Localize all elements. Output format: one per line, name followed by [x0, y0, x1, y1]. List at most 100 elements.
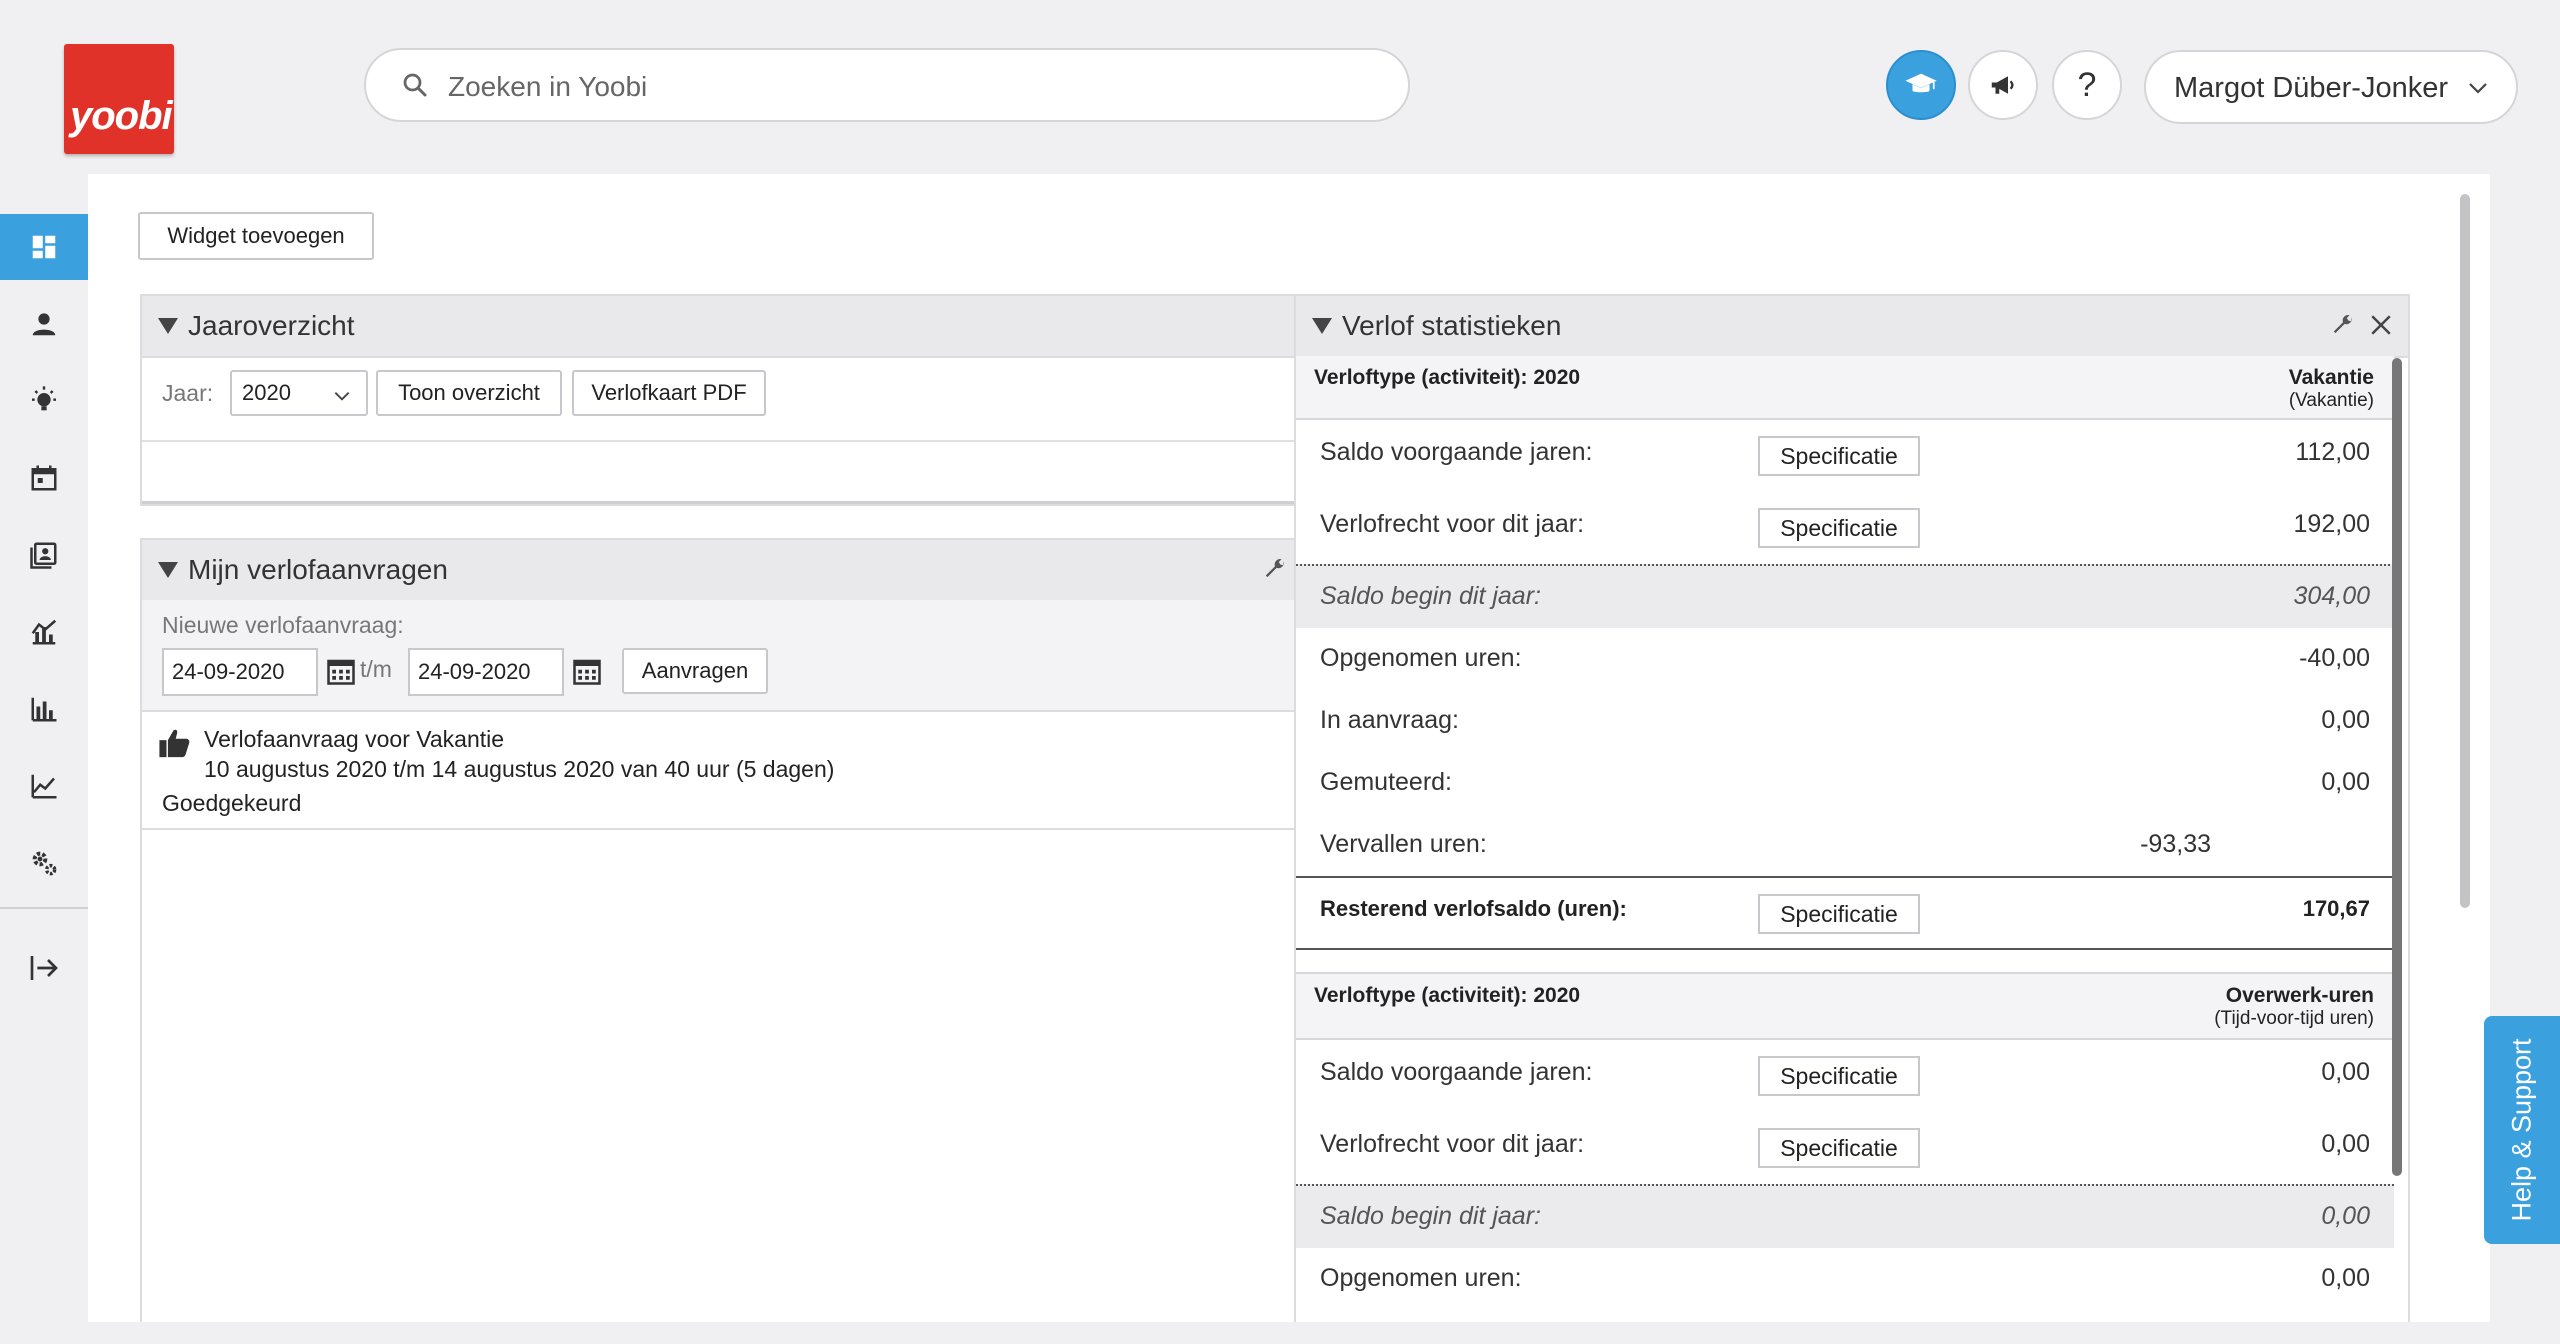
tm-label: t/m [360, 656, 392, 682]
toon-overzicht-button[interactable]: Toon overzicht [376, 370, 562, 416]
widget-scrollbar[interactable] [2392, 358, 2402, 1176]
stat-row: Opgenomen uren: -40,00 [1296, 628, 2394, 690]
section-header: Verloftype (activiteit): 2020 Overwerk-u… [1296, 972, 2394, 1040]
stat-value: 0,00 [2321, 768, 2370, 796]
stat-label: Vervallen uren: [1320, 830, 1487, 858]
year-select-value: 2020 [242, 380, 291, 405]
chevron-down-icon [2469, 83, 2487, 94]
verlofkaart-pdf-button[interactable]: Verlofkaart PDF [572, 370, 766, 416]
sidebar-item-calendar[interactable] [0, 445, 88, 511]
calendar-picker-icon[interactable] [326, 656, 356, 686]
stat-row: Gemuteerd: 0,00 [1296, 752, 2394, 814]
stat-value: 0,00 [2321, 706, 2370, 734]
stat-row: Saldo voorgaande jaren: Specificatie 0,0… [1296, 1040, 2394, 1112]
sidebar-item-contacts[interactable] [0, 522, 88, 588]
calendar-picker-icon[interactable] [572, 656, 602, 686]
search-input[interactable] [446, 66, 1350, 108]
yoobi-logo[interactable]: yoobi [64, 44, 174, 154]
wrench-icon[interactable] [1262, 556, 1288, 582]
verloftype-name: Vakantie [2288, 366, 2374, 389]
stat-value: 192,00 [2293, 510, 2370, 538]
date-to-input[interactable] [408, 648, 564, 696]
divider [142, 501, 1340, 504]
stat-value: 0,00 [2321, 1264, 2370, 1292]
stat-value: 112,00 [2295, 438, 2370, 466]
stat-row-subtotal: Saldo begin dit jaar: 304,00 [1296, 564, 2394, 628]
stat-row: Vervallen uren: -93,33 [1296, 814, 2394, 876]
specificatie-button[interactable]: Specificatie [1758, 1128, 1920, 1168]
stat-row: Opgenomen uren: 0,00 [1296, 1248, 2394, 1310]
stat-label: Opgenomen uren: [1320, 644, 1522, 672]
stat-row: Verlofrecht voor dit jaar: Specificatie … [1296, 492, 2394, 564]
stat-row-subtotal: Saldo begin dit jaar: 0,00 [1296, 1184, 2394, 1248]
sidebar-item-logout[interactable] [0, 935, 88, 1001]
widget-title: Jaaroverzicht [188, 310, 355, 341]
megaphone-icon [1991, 76, 2014, 94]
announcements-button[interactable] [1968, 50, 2038, 120]
stat-label: Opgenomen uren: [1320, 1264, 1522, 1292]
sidebar-item-profile[interactable] [0, 291, 88, 357]
request-detail: 10 augustus 2020 t/m 14 augustus 2020 va… [204, 756, 835, 782]
lightbulb-icon [32, 386, 56, 411]
verloftype-name: Overwerk-uren [2225, 984, 2374, 1007]
sidebar-item-analytics[interactable] [0, 753, 88, 819]
specificatie-button[interactable]: Specificatie [1758, 508, 1920, 548]
page-scrollbar[interactable] [2460, 194, 2470, 908]
widget-title: Mijn verlofaanvragen [188, 554, 448, 585]
user-menu[interactable]: Margot Düber-Jonker [2144, 50, 2518, 124]
user-name: Margot Düber-Jonker [2174, 72, 2448, 104]
list-item[interactable]: Verlofaanvraag voor Vakantie 10 augustus… [142, 712, 1340, 830]
sidebar-item-settings[interactable] [0, 830, 88, 896]
search-bar[interactable] [364, 48, 1410, 122]
sidebar-item-reports[interactable] [0, 676, 88, 742]
widget-verlof-statistieken: Verlof statistieken Verloftype (activite… [1294, 294, 2410, 1322]
stat-value: 0,00 [2321, 1058, 2370, 1086]
help-button[interactable]: ? [2052, 50, 2122, 120]
date-from-input[interactable] [162, 648, 318, 696]
new-request-form: Nieuwe verlofaanvraag: t/m Aanvragen [142, 600, 1340, 712]
user-icon [32, 313, 56, 336]
collapse-triangle-icon[interactable] [158, 562, 178, 578]
sidebar-item-dashboard[interactable] [0, 214, 88, 280]
wrench-icon[interactable] [2330, 312, 2356, 338]
stat-label: Gemuteerd: [1320, 768, 1453, 796]
widget-header[interactable]: Mijn verlofaanvragen [142, 540, 1340, 602]
specificatie-button[interactable]: Specificatie [1758, 894, 1920, 934]
specificatie-button[interactable]: Specificatie [1758, 1056, 1920, 1096]
new-request-label: Nieuwe verlofaanvraag: [162, 612, 404, 638]
thumbs-up-icon [159, 729, 190, 758]
divider [142, 440, 1340, 442]
line-chart-icon [31, 774, 57, 799]
stat-label: Saldo begin dit jaar: [1320, 1202, 1541, 1230]
dashboard-icon [32, 235, 56, 259]
help-support-tab[interactable]: Help & Support [2484, 1016, 2560, 1244]
dashboard-main: Widget toevoegen Jaaroverzicht Jaar: 202… [88, 174, 2490, 1322]
year-select[interactable]: 2020 [230, 370, 368, 416]
aanvragen-button[interactable]: Aanvragen [622, 648, 768, 694]
widget-add-button[interactable]: Widget toevoegen [138, 212, 374, 260]
widget-mijn-verlofaanvragen: Mijn verlofaanvragen Nieuwe verlofaanvra… [140, 538, 1342, 1322]
contacts-icon [30, 542, 57, 569]
widget-header[interactable]: Jaaroverzicht [142, 296, 1340, 358]
specificatie-button[interactable]: Specificatie [1758, 436, 1920, 476]
stat-value: -40,00 [2299, 644, 2370, 672]
collapse-triangle-icon[interactable] [158, 318, 178, 334]
close-icon[interactable] [2366, 310, 2396, 340]
verloftype-sub: (Tijd-voor-tijd uren) [2214, 1008, 2374, 1029]
collapse-triangle-icon[interactable] [1312, 318, 1332, 334]
stat-row: Verlofrecht voor dit jaar: Specificatie … [1296, 1112, 2394, 1184]
sidebar-item-stats[interactable] [0, 599, 88, 665]
academy-button[interactable] [1886, 50, 1956, 120]
stat-value: 304,00 [2293, 582, 2370, 610]
question-icon: ? [2077, 65, 2097, 104]
widget-header[interactable]: Verlof statistieken [1296, 296, 2408, 358]
verloftype-label: Verloftype (activiteit): 2020 [1314, 366, 1581, 389]
verloftype-sub: (Vakantie) [2288, 390, 2374, 411]
widget-title: Verlof statistieken [1342, 310, 1562, 341]
sidebar-item-ideas[interactable] [0, 368, 88, 434]
stat-row-total: Resterend verlofsaldo (uren): Specificat… [1296, 876, 2394, 950]
request-status: Goedgekeurd [162, 790, 302, 816]
settings-icon [32, 851, 57, 876]
chevron-down-icon [334, 392, 350, 401]
verloftype-label: Verloftype (activiteit): 2020 [1314, 984, 1581, 1007]
